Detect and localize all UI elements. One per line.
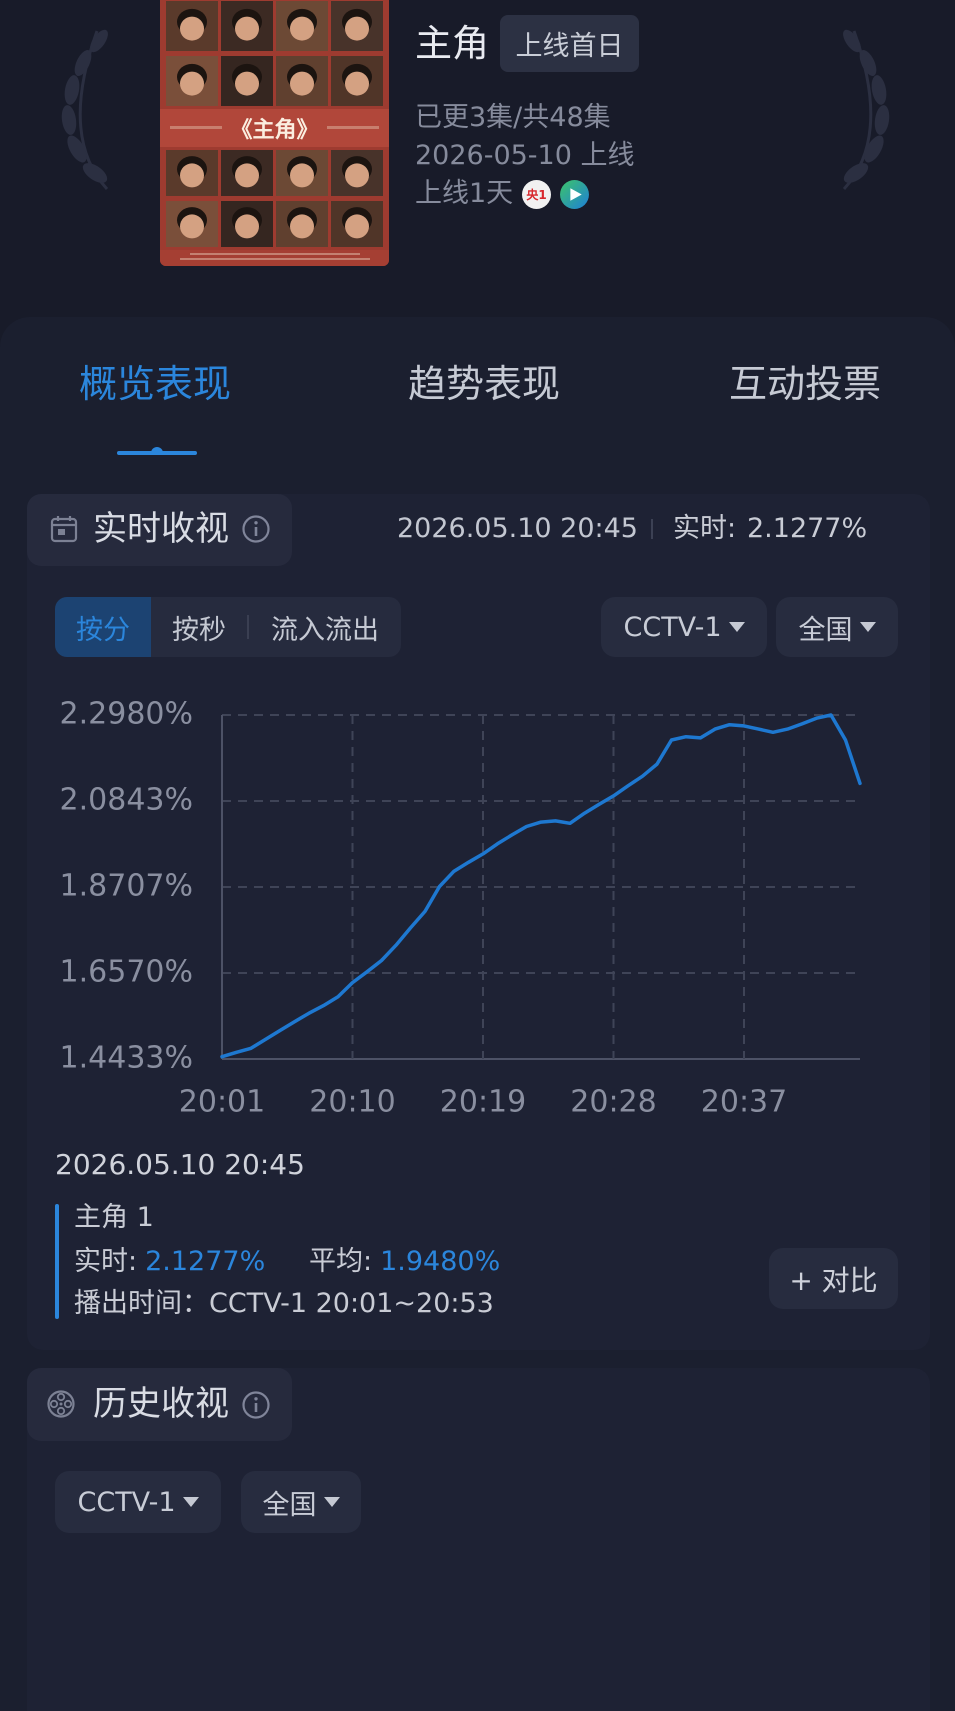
poster-portrait (221, 201, 273, 247)
summary-timestamp: 2026.05.10 20:45 (55, 1148, 305, 1181)
history-section-title: 历史收视 (93, 1384, 229, 1424)
y-tick-label: 1.8707% (60, 868, 193, 903)
summary-average-rating: 平均: 1.9480% (309, 1245, 500, 1279)
poster-title: 《主角》 (230, 117, 318, 143)
y-tick-label: 1.6570% (60, 954, 193, 989)
y-tick-label: 1.4433% (60, 1041, 193, 1076)
poster-portrait (276, 56, 328, 106)
poster-portrait (276, 1, 328, 51)
tab-overview[interactable]: 概览表现 (79, 361, 231, 407)
realtime-label: 实时: (673, 513, 737, 544)
chevron-down-icon (182, 1496, 199, 1507)
episode-count: 已更3集/共48集 (415, 102, 611, 133)
chevron-down-icon (323, 1496, 340, 1507)
channel-dropdown[interactable]: CCTV-1 (601, 597, 767, 657)
series-marker-bar (55, 1204, 59, 1319)
poster-image[interactable]: 《主角》 (160, 0, 389, 266)
cctv1-icon-label: 央1 (526, 188, 547, 202)
region-dropdown-value: 全国 (798, 614, 853, 646)
x-tick-label: 20:10 (309, 1085, 395, 1120)
poster-portrait (331, 150, 383, 196)
laurel-right-icon (830, 27, 896, 192)
x-tick-label: 20:28 (570, 1085, 656, 1120)
days-online: 上线1天 (415, 178, 514, 209)
info-icon[interactable] (241, 1390, 271, 1420)
mode-flow-tab[interactable]: 流入流出 (249, 597, 401, 657)
chevron-down-icon (728, 621, 745, 632)
x-tick-label: 20:37 (701, 1085, 787, 1120)
summary-live-value: 2.1277% (145, 1246, 266, 1277)
summary-average-value: 1.9480% (380, 1246, 501, 1277)
x-tick-label: 20:19 (440, 1085, 526, 1120)
drama-title: 主角 (415, 22, 489, 65)
airtime-text: 播出时间：CCTV-1 20:01~20:53 (74, 1288, 494, 1319)
laurel-left-icon (55, 27, 121, 192)
program-name: 主角 1 (74, 1202, 154, 1233)
x-tick-label: 20:01 (179, 1085, 265, 1120)
channel-dropdown-value: CCTV-1 (623, 611, 722, 643)
header-divider (651, 519, 653, 539)
mode-per-minute-tab[interactable]: 按分 (55, 597, 151, 657)
premiere-badge: 上线首日 (500, 15, 639, 72)
history-channel-dropdown[interactable]: CCTV-1 (55, 1471, 221, 1533)
realtime-section-title: 实时收视 (93, 509, 229, 549)
history-region-value: 全国 (262, 1489, 317, 1521)
poster-portrait (276, 201, 328, 247)
poster-portrait (166, 201, 218, 247)
compare-button[interactable]: + 对比 (769, 1248, 898, 1309)
poster-portrait (166, 1, 218, 51)
series-line[interactable] (220, 713, 862, 1059)
poster-portrait (221, 56, 273, 106)
poster-portrait (331, 201, 383, 247)
poster-portrait (331, 1, 383, 51)
poster-portrait (166, 56, 218, 106)
poster-portrait (221, 150, 273, 196)
active-tab-indicator (117, 447, 197, 455)
tab-trend[interactable]: 趋势表现 (408, 361, 560, 407)
granularity-toggle: 按分 按秒 流入流出 (55, 597, 401, 657)
tab-vote[interactable]: 互动投票 (729, 361, 881, 407)
calendar-icon (49, 514, 79, 544)
release-date: 2026-05-10 上线 (415, 140, 635, 171)
poster-portrait (221, 1, 273, 51)
poster-portrait (166, 150, 218, 196)
summary-live-rating: 实时: 2.1277% (74, 1245, 265, 1279)
summary-live-label: 实时: (74, 1246, 138, 1277)
mode-per-second-tab[interactable]: 按秒 (151, 597, 247, 657)
play-icon (559, 179, 590, 210)
poster-portrait (331, 56, 383, 106)
realtime-value: 2.1277% (747, 513, 868, 544)
poster-portrait (276, 150, 328, 196)
summary-average-label: 平均: (309, 1246, 373, 1277)
history-region-dropdown[interactable]: 全国 (241, 1471, 361, 1533)
realtime-timestamp: 2026.05.10 20:45 (397, 513, 638, 544)
y-tick-label: 2.0843% (60, 783, 193, 818)
ratings-line-chart[interactable]: 2.2980% 2.0843% 1.8707% 1.6570% 1.4433% 20:01… (0, 690, 955, 1130)
history-channel-value: CCTV-1 (77, 1486, 176, 1518)
region-dropdown[interactable]: 全国 (776, 597, 898, 657)
y-tick-label: 2.2980% (60, 697, 193, 732)
film-reel-icon (46, 1389, 76, 1419)
cctv1-icon: 央1 (522, 180, 551, 209)
chevron-down-icon (859, 621, 876, 632)
info-icon[interactable] (241, 514, 271, 544)
